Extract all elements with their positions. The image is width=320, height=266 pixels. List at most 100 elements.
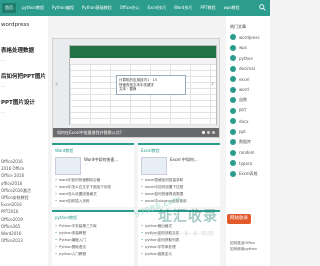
- tag-dot-icon: [230, 107, 236, 114]
- panel-feature-desc: ...: [84, 162, 88, 166]
- tag-item[interactable]: Excel表格: [226, 169, 270, 180]
- tag-label: excel: [239, 76, 250, 82]
- left-feature-title[interactable]: PPT图片设计: [0, 100, 48, 107]
- tag-item[interactable]: word: [226, 85, 270, 96]
- nav-ppt[interactable]: PPT教程: [200, 5, 215, 11]
- featured-slider[interactable]: ‹ 计算机的应用技巧1 · 15 快速查找文本中关键字 文本 · 替换 › 如何…: [52, 38, 220, 138]
- tag-label: typora: [239, 160, 253, 166]
- tag-dot-icon: [230, 128, 236, 135]
- list-item[interactable]: excel中如何设置下拉框: [141, 184, 187, 191]
- nav-wps[interactable]: wps教程: [224, 5, 240, 11]
- panel-header[interactable]: python教程: [52, 212, 134, 220]
- left-feature-sub: ...: [1, 57, 5, 62]
- list-item[interactable]: Python基础语法: [55, 244, 97, 251]
- tag-label: docx: [239, 118, 249, 124]
- tag-dot-icon: [230, 55, 236, 62]
- list-item[interactable]: Python中安装第三方库: [55, 223, 97, 230]
- list-item[interactable]: word中如何快速删除空格: [55, 177, 111, 184]
- list-item[interactable]: Office2016: [0, 158, 48, 165]
- list-item[interactable]: python字符串处理: [141, 244, 179, 251]
- left-article-list: Office2016 2016 Office Office 2016 offic…: [0, 158, 48, 244]
- excel-formula-bar: [70, 58, 216, 65]
- list-item[interactable]: Office安装教程: [0, 194, 48, 201]
- list-item[interactable]: python如何获取列表: [141, 237, 179, 244]
- panel-thumbnail[interactable]: [55, 157, 81, 175]
- list-item[interactable]: Office2013: [0, 237, 48, 244]
- left-feature-title[interactable]: 后如何把PPT图片: [0, 74, 48, 81]
- list-item[interactable]: python函数定义: [141, 251, 179, 258]
- tag-dot-icon: [230, 160, 236, 167]
- tag-label: ppt: [239, 129, 246, 135]
- panel-header[interactable]: Excel教程: [138, 145, 220, 153]
- list-item[interactable]: Office 2016: [0, 172, 48, 179]
- list-item[interactable]: excel表格如何批量求和: [141, 177, 187, 184]
- tag-item[interactable]: wordpress: [226, 32, 270, 43]
- left-site-label[interactable]: wordpress: [0, 16, 48, 28]
- list-item[interactable]: python入门教程: [55, 251, 97, 258]
- tag-label: PPT: [239, 108, 247, 114]
- excel-dialog: 计算机的应用技巧1 · 15 快速查找文本中关键字 文本 · 替换: [116, 75, 186, 95]
- list-item[interactable]: Excel2016: [0, 201, 48, 208]
- nav-python-basics[interactable]: Python基础教程: [82, 5, 112, 11]
- nav-office[interactable]: Office办公: [120, 5, 140, 11]
- tag-dot-icon: [230, 118, 236, 125]
- right-sidebar: 热门文章 wordpress wps python decimal excel …: [226, 16, 270, 266]
- list-item[interactable]: PPT2016: [0, 208, 48, 215]
- list-item[interactable]: Python编程入门: [55, 237, 97, 244]
- list-item[interactable]: word怎么设置段落格式: [55, 191, 111, 198]
- tag-dot-icon: [230, 170, 236, 177]
- list-item[interactable]: 如何使用python: [230, 246, 270, 252]
- slide-dot[interactable]: [202, 131, 205, 134]
- slide-dot[interactable]: [212, 131, 215, 134]
- tag-item[interactable]: typora: [226, 158, 270, 169]
- tag-label: decimal: [239, 66, 255, 72]
- tag-item[interactable]: excel: [226, 74, 270, 85]
- tag-item[interactable]: docx: [226, 116, 270, 127]
- nav-home[interactable]: 首页: [2, 3, 16, 13]
- category-panel-word: Word教程 Word中如何快速... ... word中如何快速删除空格 wo…: [52, 143, 134, 207]
- nav-python-programming[interactable]: Python编程: [52, 5, 74, 11]
- list-item[interactable]: Office365: [0, 223, 48, 230]
- tag-item[interactable]: wps: [226, 43, 270, 54]
- excel-grid: 计算机的应用技巧1 · 15 快速查找文本中关键字 文本 · 替换: [70, 65, 216, 125]
- watermark-slogan: 做上游的一条龙一条一条一简洁的: [150, 232, 215, 237]
- tag-item[interactable]: ppt: [226, 127, 270, 138]
- panel-header[interactable]: Word教程: [52, 145, 134, 153]
- top-nav: 首页 python教程 Python编程 Python基础教程 Office办公…: [0, 0, 270, 16]
- left-column: wordpress 表格处理数据 ... 后如何把PPT图片 ... PPT图片…: [0, 16, 48, 266]
- slide-dot[interactable]: [207, 131, 210, 134]
- nav-excel[interactable]: Excel技巧: [147, 5, 166, 11]
- tag-label: python: [239, 55, 253, 61]
- list-item[interactable]: Office2019: [0, 216, 48, 223]
- main-content: ‹ 计算机的应用技巧1 · 15 快速查找文本中关键字 文本 · 替换 › 如何…: [52, 16, 222, 266]
- panel-thumbnail[interactable]: [141, 157, 167, 175]
- list-item[interactable]: word中怎么在文字下面加下划线: [55, 184, 111, 191]
- watermark-logo: 址汇收录: [158, 209, 218, 225]
- tag-item[interactable]: PPT: [226, 106, 270, 117]
- left-feature-title[interactable]: 表格处理数据: [0, 48, 48, 55]
- tag-label: 数据库: [239, 139, 251, 145]
- tag-dot-icon: [230, 97, 236, 104]
- tag-item[interactable]: decimal: [226, 64, 270, 75]
- nav-python-tutorial[interactable]: python教程: [22, 5, 44, 11]
- list-item[interactable]: Office2016激活: [0, 187, 48, 194]
- tag-item[interactable]: 函数: [226, 95, 270, 106]
- tag-label: Excel表格: [239, 170, 258, 176]
- watermark-badge: 网站收录: [227, 214, 251, 224]
- tag-dot-icon: [230, 44, 236, 51]
- tag-item[interactable]: python: [226, 53, 270, 64]
- slide-dots: [202, 131, 215, 134]
- nav-word[interactable]: Word技巧: [174, 5, 192, 11]
- chevron-left-icon[interactable]: ‹: [55, 79, 61, 91]
- list-item[interactable]: Word2016: [0, 230, 48, 237]
- tag-item[interactable]: 数据库: [226, 137, 270, 148]
- list-item[interactable]: word如何插入页码: [55, 198, 111, 205]
- list-item[interactable]: python安装教程: [55, 230, 97, 237]
- slide-image: 计算机的应用技巧1 · 15 快速查找文本中关键字 文本 · 替换: [69, 45, 217, 125]
- tag-item[interactable]: random: [226, 148, 270, 159]
- slide-caption[interactable]: 如何在Excel中批量查找并替换公式?: [53, 128, 219, 137]
- search-icon[interactable]: [259, 4, 266, 11]
- list-item[interactable]: office2016: [0, 180, 48, 187]
- chevron-right-icon[interactable]: ›: [211, 79, 217, 91]
- list-item[interactable]: 2016 Office: [0, 165, 48, 172]
